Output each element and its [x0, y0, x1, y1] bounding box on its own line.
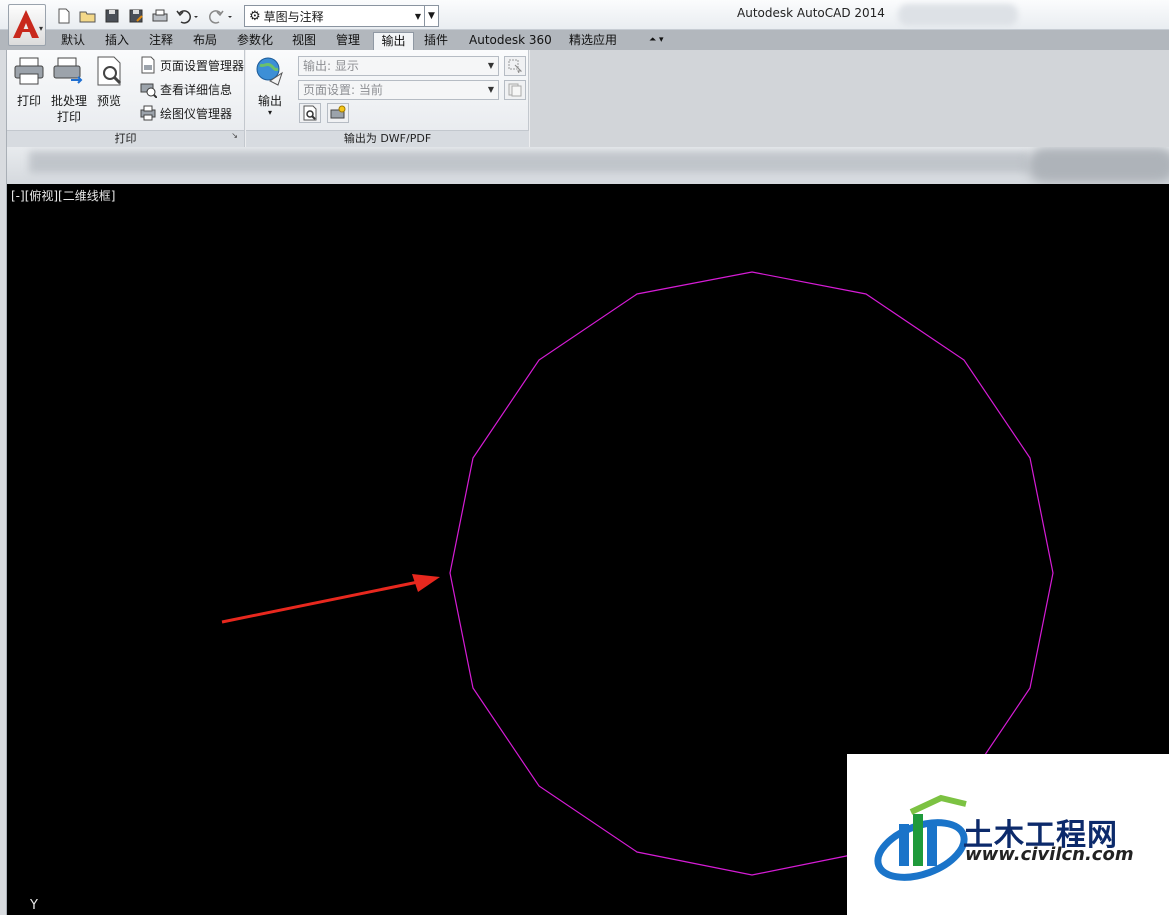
chevron-down-icon: ▼	[487, 85, 494, 94]
printer-icon	[14, 57, 44, 85]
view-details-label: 查看详细信息	[160, 82, 233, 97]
tab-view[interactable]: 视图	[289, 32, 319, 50]
title-bar: ▾ ⚙ 草图与注释 ▼ ▼ Autodesk AutoCAD 2014	[0, 0, 1169, 46]
file-tab-bar	[7, 147, 1169, 184]
export-display-value: 输出: 显示	[303, 59, 359, 73]
save-as-icon[interactable]	[126, 6, 146, 26]
ribbon: 打印 批处理 打印 预览 页面设置管理器 查看详细信息 绘图仪管理器 打印 ↘ …	[0, 50, 1169, 147]
cursor-select-icon	[508, 59, 522, 73]
batch-plot-label-1: 批处理	[50, 94, 87, 108]
arrowhead	[412, 574, 440, 592]
print-panel-label[interactable]: 打印 ↘	[7, 130, 244, 147]
blurred-region	[1027, 147, 1169, 183]
blurred-region	[29, 151, 1029, 173]
gear-icon: ⚙	[249, 8, 261, 24]
save-icon[interactable]	[102, 6, 122, 26]
view-details-button[interactable]: 查看详细信息	[139, 79, 232, 99]
tab-autodesk-360[interactable]: Autodesk 360	[466, 32, 555, 50]
blurred-region	[898, 4, 1018, 26]
tab-output[interactable]: 输出	[373, 32, 414, 50]
watermark-url: www.civilcn.com	[965, 844, 1134, 865]
page-copy-icon	[508, 83, 522, 97]
workspace-label: 草图与注释	[263, 9, 324, 24]
batch-plot-label-2: 打印	[56, 110, 81, 124]
open-icon[interactable]	[78, 6, 98, 26]
redo-icon[interactable]	[208, 6, 234, 26]
preview-icon	[97, 56, 122, 86]
export-panel-label: 输出为 DWF/PDF	[246, 130, 529, 147]
dialog-launcher-icon[interactable]: ↘	[231, 128, 238, 144]
print-panel: 打印 批处理 打印 预览 页面设置管理器 查看详细信息 绘图仪管理器 打印 ↘	[7, 50, 245, 147]
autocad-logo-icon	[13, 10, 39, 38]
plot-label: 打印	[16, 94, 41, 108]
chevron-down-icon: ▾	[38, 24, 43, 33]
tab-default[interactable]: 默认	[58, 32, 88, 50]
tab-parametric[interactable]: 参数化	[234, 32, 276, 50]
plot-icon[interactable]	[150, 6, 170, 26]
globe-export-icon	[256, 57, 283, 86]
tab-featured-apps[interactable]: 精选应用	[566, 32, 620, 50]
tab-plugins[interactable]: 插件	[421, 32, 451, 50]
plotter-manager-button[interactable]: 绘图仪管理器	[139, 103, 232, 123]
chevron-down-icon: ▼	[414, 12, 421, 21]
page-setup-select[interactable]: 页面设置: 当前 ▼	[298, 80, 499, 100]
workspace-dropdown[interactable]: ⚙ 草图与注释 ▼	[244, 5, 426, 27]
application-menu-button[interactable]: ▾	[8, 4, 46, 46]
watermark: 土木工程网 www.civilcn.com	[847, 754, 1169, 915]
page-setup-icon	[141, 56, 155, 74]
export-options-button[interactable]	[327, 103, 349, 123]
export-options-icon	[330, 105, 346, 119]
print-panel-title: 打印	[114, 132, 137, 145]
batch-plot-button[interactable]: 批处理 打印	[49, 55, 89, 125]
tab-annotate[interactable]: 注释	[146, 32, 176, 50]
preview-button[interactable]: 预览	[93, 55, 125, 109]
app-title: Autodesk AutoCAD 2014	[737, 6, 885, 20]
plot-button[interactable]: 打印	[11, 55, 47, 109]
export-button[interactable]: 输出 ▾	[252, 55, 288, 117]
page-setup-value: 页面设置: 当前	[303, 83, 383, 97]
ucs-y-axis-label: Y	[30, 898, 38, 913]
left-border	[0, 50, 7, 915]
ribbon-minimize-toggle[interactable]: ⏶ ▾	[646, 32, 667, 50]
red-arrow-annotation	[221, 574, 440, 624]
page-setup-manager-button[interactable]: 页面设置管理器	[139, 55, 244, 75]
tab-insert[interactable]: 插入	[102, 32, 132, 50]
tab-layout[interactable]: 布局	[190, 32, 220, 50]
select-objects-button[interactable]	[504, 56, 526, 76]
export-label: 输出	[257, 94, 282, 108]
preview-label: 预览	[96, 94, 121, 108]
tab-manage[interactable]: 管理	[333, 32, 363, 50]
undo-icon[interactable]	[174, 6, 200, 26]
chevron-down-icon: ▾	[267, 108, 272, 117]
plotter-manager-icon	[140, 105, 156, 121]
ribbon-empty-area	[530, 50, 1169, 147]
chevron-down-icon: ▼	[487, 61, 494, 70]
export-display-select[interactable]: 输出: 显示 ▼	[298, 56, 499, 76]
customize-quick-access-button[interactable]: ▼	[424, 5, 439, 27]
viewport-controls[interactable]: [-][俯视][二维线框]	[11, 187, 115, 204]
ribbon-tab-bar: 默认 插入 注释 布局 参数化 视图 管理 输出 插件 Autodesk 360…	[0, 30, 1169, 50]
preview-export-button[interactable]	[299, 103, 321, 123]
page-setup-manager-label: 页面设置管理器	[160, 58, 245, 73]
new-icon[interactable]	[54, 6, 74, 26]
view-details-icon	[140, 83, 157, 98]
page-setup-override-button[interactable]	[504, 80, 526, 100]
batch-plot-icon	[53, 57, 83, 84]
preview-magnifier-icon	[303, 105, 317, 121]
plotter-manager-label: 绘图仪管理器	[160, 106, 233, 121]
